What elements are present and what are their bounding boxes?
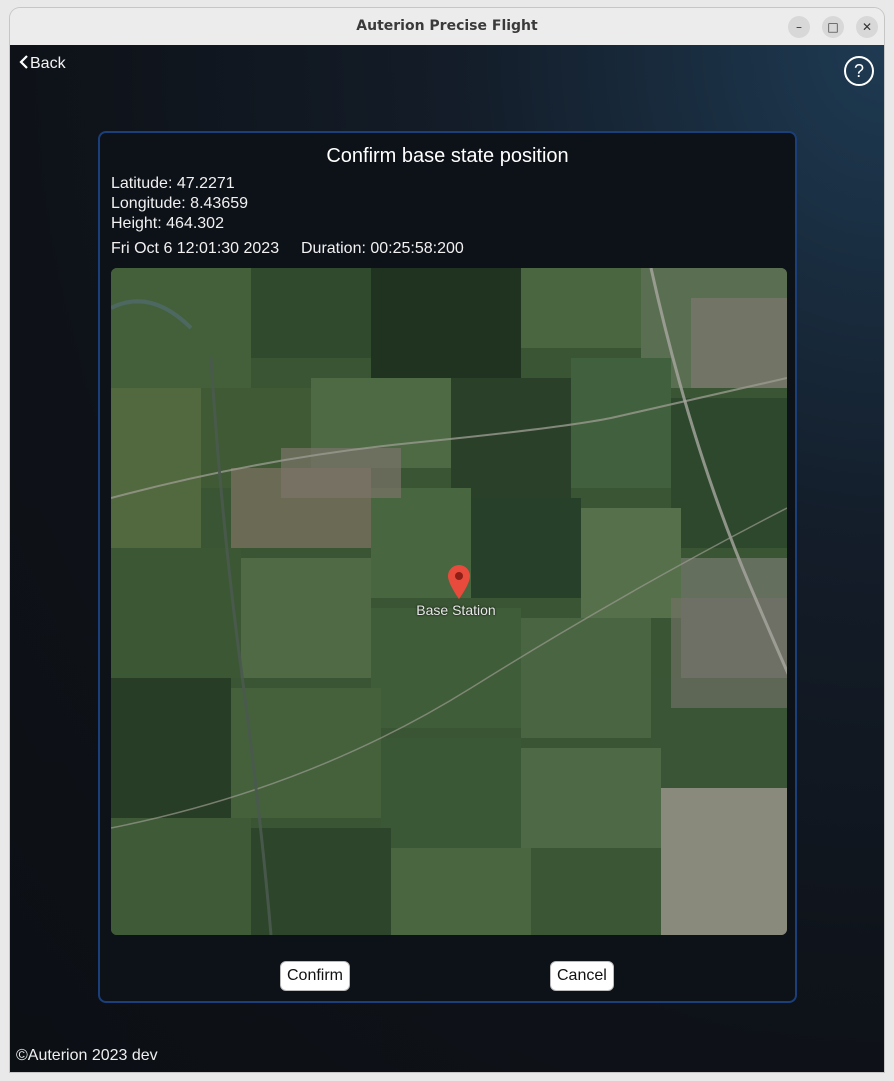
chevron-left-icon [19, 55, 28, 73]
back-label: Back [30, 55, 66, 72]
title-bar: Auterion Precise Flight – □ ✕ [10, 8, 884, 46]
location-pin-icon[interactable] [446, 564, 472, 600]
base-station-label: Base Station [416, 602, 496, 618]
back-button[interactable]: Back [19, 55, 66, 73]
latitude-text: Latitude: 47.2271 [111, 175, 235, 192]
app-window: Auterion Precise Flight – □ ✕ Back ? Con… [10, 8, 884, 1072]
satellite-map[interactable]: Base Station [111, 268, 787, 935]
close-icon[interactable]: ✕ [856, 16, 878, 38]
minimize-icon[interactable]: – [788, 16, 810, 38]
dialog-title: Confirm base state position [326, 145, 569, 167]
maximize-icon[interactable]: □ [822, 16, 844, 38]
app-content: Back ? Confirm base state position Latit… [10, 45, 884, 1072]
timestamp-text: Fri Oct 6 12:01:30 2023 [111, 240, 280, 257]
window-title: Auterion Precise Flight [356, 18, 538, 34]
confirm-button[interactable]: Confirm [280, 961, 351, 991]
duration-text: Duration: 00:25:58:200 [301, 240, 464, 257]
help-icon[interactable]: ? [844, 56, 874, 86]
height-text: Height: 464.302 [111, 215, 224, 232]
footer-copyright: ©Auterion 2023 dev [16, 1047, 158, 1064]
longitude-text: Longitude: 8.43659 [111, 195, 249, 212]
cancel-button[interactable]: Cancel [550, 961, 614, 991]
confirm-base-state-dialog: Confirm base state position Latitude: 47… [98, 131, 797, 1003]
